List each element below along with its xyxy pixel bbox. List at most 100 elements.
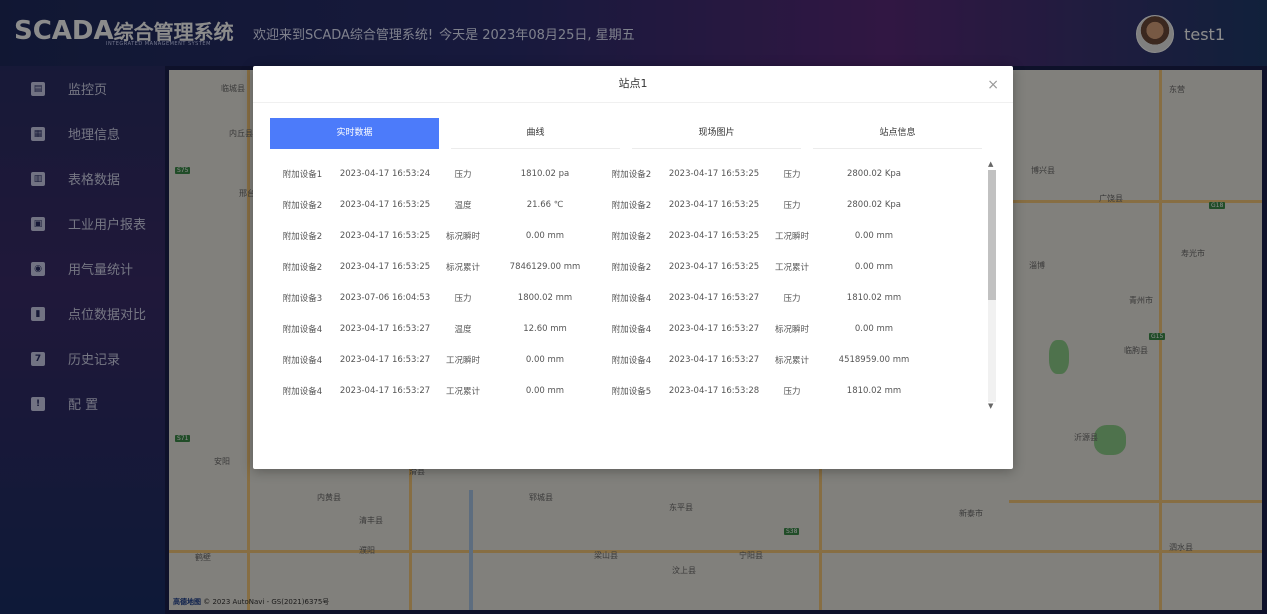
map-label: 新泰市 [959,509,983,518]
map-road [1009,500,1262,503]
road-shield: G18 [1209,202,1226,209]
scroll-thumb[interactable] [988,170,996,300]
timestamp: 2023-04-17 16:53:27 [668,323,760,334]
map-road [169,550,1262,553]
metric-value: 0.00 mm [525,385,565,396]
road-shield: S75 [175,167,191,174]
sidebar-item-settings[interactable]: ! 配 置 [0,381,165,426]
metric-value: 0.00 mm [525,354,565,365]
timestamp: 2023-04-17 16:53:27 [668,354,760,365]
username[interactable]: test1 [1184,25,1225,44]
map-label: 泗水县 [1169,543,1193,552]
timestamp: 2023-04-17 16:53:25 [339,230,431,241]
logo-text: SCADA [14,16,114,46]
metric-name: 压力 [454,169,472,180]
realtime-data-table: 附加设备1 2023-04-17 16:53:24 压力 1810.02 pa 附加设备… [275,158,985,406]
metric-value: 1810.02 mm [846,385,902,396]
sidebar-item-monitor[interactable]: ▤ 监控页 [0,66,165,111]
metric-name: 标况累计 [774,355,809,366]
map-label: 梁山县 [594,551,618,560]
metric-name: 压力 [454,293,472,304]
table-row: 附加设备3 2023-07-06 16:04:53 压力 1800.02 mm 附加设备… [275,282,985,313]
timestamp: 2023-04-17 16:53:27 [339,354,431,365]
sidebar-item-geo[interactable]: ▦ 地理信息 [0,111,165,156]
timestamp: 2023-04-17 16:53:25 [668,168,760,179]
tab-realtime[interactable]: 实时数据 [270,118,439,149]
avatar[interactable] [1136,15,1175,53]
metric-name: 标况瞬时 [774,324,809,335]
metric-value: 0.00 mm [525,230,565,241]
device-name: 附加设备3 [282,293,323,304]
app-logo: SCADA综合管理系统 INTEGRATED MANAGEMENT SYSTEM [14,16,234,47]
map-road [1159,70,1162,610]
tab-photos[interactable]: 现场图片 [632,118,801,149]
sidebar-item-label: 配 置 [68,398,99,413]
sidebar-item-table[interactable]: ▥ 表格数据 [0,156,165,201]
map-label: 东营 [1169,85,1185,94]
road-shield: G15 [1149,333,1166,340]
map-park [1049,340,1069,374]
timestamp: 2023-04-17 16:53:25 [339,261,431,272]
sidebar-item-history[interactable]: 7 历史记录 [0,336,165,381]
device-name: 附加设备2 [611,169,652,180]
sidebar-item-gas[interactable]: ◉ 用气量统计 [0,246,165,291]
dialog-title: 站点1 [253,66,1013,103]
road-shield: S38 [784,528,800,535]
welcome-text: 欢迎来到SCADA综合管理系统! 今天是 2023年08月25日, 星期五 [253,24,635,43]
metric-value: 0.00 mm [854,230,894,241]
map-label: 东平县 [669,503,693,512]
metric-name: 压力 [783,200,801,211]
map-label: 淄博 [1029,261,1045,270]
welcome-message: 欢迎来到SCADA综合管理系统! [253,28,434,43]
map-label: 宁阳县 [739,551,763,560]
dialog-tabs: 实时数据 曲线 现场图片 站点信息 [270,118,982,149]
gas-icon: ◉ [31,261,45,276]
device-name: 附加设备4 [611,293,652,304]
scroll-down-icon[interactable]: ▼ [988,402,993,410]
close-icon[interactable]: × [987,77,999,93]
tab-station-info[interactable]: 站点信息 [813,118,982,149]
road-shield: S71 [175,435,191,442]
map-icon: ▦ [31,126,45,141]
scroll-up-icon[interactable]: ▲ [988,160,993,168]
device-name: 附加设备4 [611,324,652,335]
device-name: 附加设备4 [611,355,652,366]
table-scrollbar[interactable]: ▲ ▼ [987,160,997,410]
table-row: 附加设备4 2023-04-17 16:53:27 工况瞬时 0.00 mm 附加设备4… [275,344,985,375]
metric-name: 压力 [783,386,801,397]
device-name: 附加设备4 [282,355,323,366]
map-copyright: © 2023 AutoNavi - GS(2021)6375号 [203,598,330,606]
sidebar-item-label: 监控页 [68,83,108,98]
monitor-icon: ▤ [31,81,45,96]
sidebar-item-label: 用气量统计 [68,263,134,278]
sidebar-item-report[interactable]: ▣ 工业用户报表 [0,201,165,246]
table-row: 附加设备4 2023-04-17 16:53:27 温度 12.60 mm 附加设备4 2… [275,313,985,344]
report-icon: ▣ [31,216,45,231]
history-icon: 7 [31,351,45,366]
map-road [819,460,822,610]
map-label: 内黄县 [317,493,341,502]
metric-name: 标况瞬时 [445,231,480,242]
timestamp: 2023-04-17 16:53:24 [339,168,431,179]
device-name: 附加设备2 [611,200,652,211]
timestamp: 2023-04-17 16:53:25 [668,199,760,210]
metric-value: 12.60 mm [523,323,567,334]
table-icon: ▥ [31,171,45,186]
map-label: 青州市 [1129,296,1153,305]
map-label: 沂源县 [1074,433,1098,442]
device-name: 附加设备2 [611,231,652,242]
user-menu[interactable]: test1 [1136,15,1225,53]
metric-value: 4518959.00 mm [838,354,910,365]
map-label: 清丰县 [359,516,383,525]
metric-value: 2800.02 Kpa [846,168,902,179]
tab-curve[interactable]: 曲线 [451,118,620,149]
metric-value: 0.00 mm [854,261,894,272]
timestamp: 2023-04-17 16:53:27 [339,385,431,396]
device-name: 附加设备2 [282,231,323,242]
sidebar-item-compare[interactable]: ▮ 点位数据对比 [0,291,165,336]
timestamp: 2023-04-17 16:53:27 [339,323,431,334]
metric-name: 工况瞬时 [445,355,480,366]
map-label: 临朐县 [1124,346,1148,355]
metric-name: 工况累计 [445,386,480,397]
date-text: 今天是 2023年08月25日, 星期五 [439,28,635,43]
